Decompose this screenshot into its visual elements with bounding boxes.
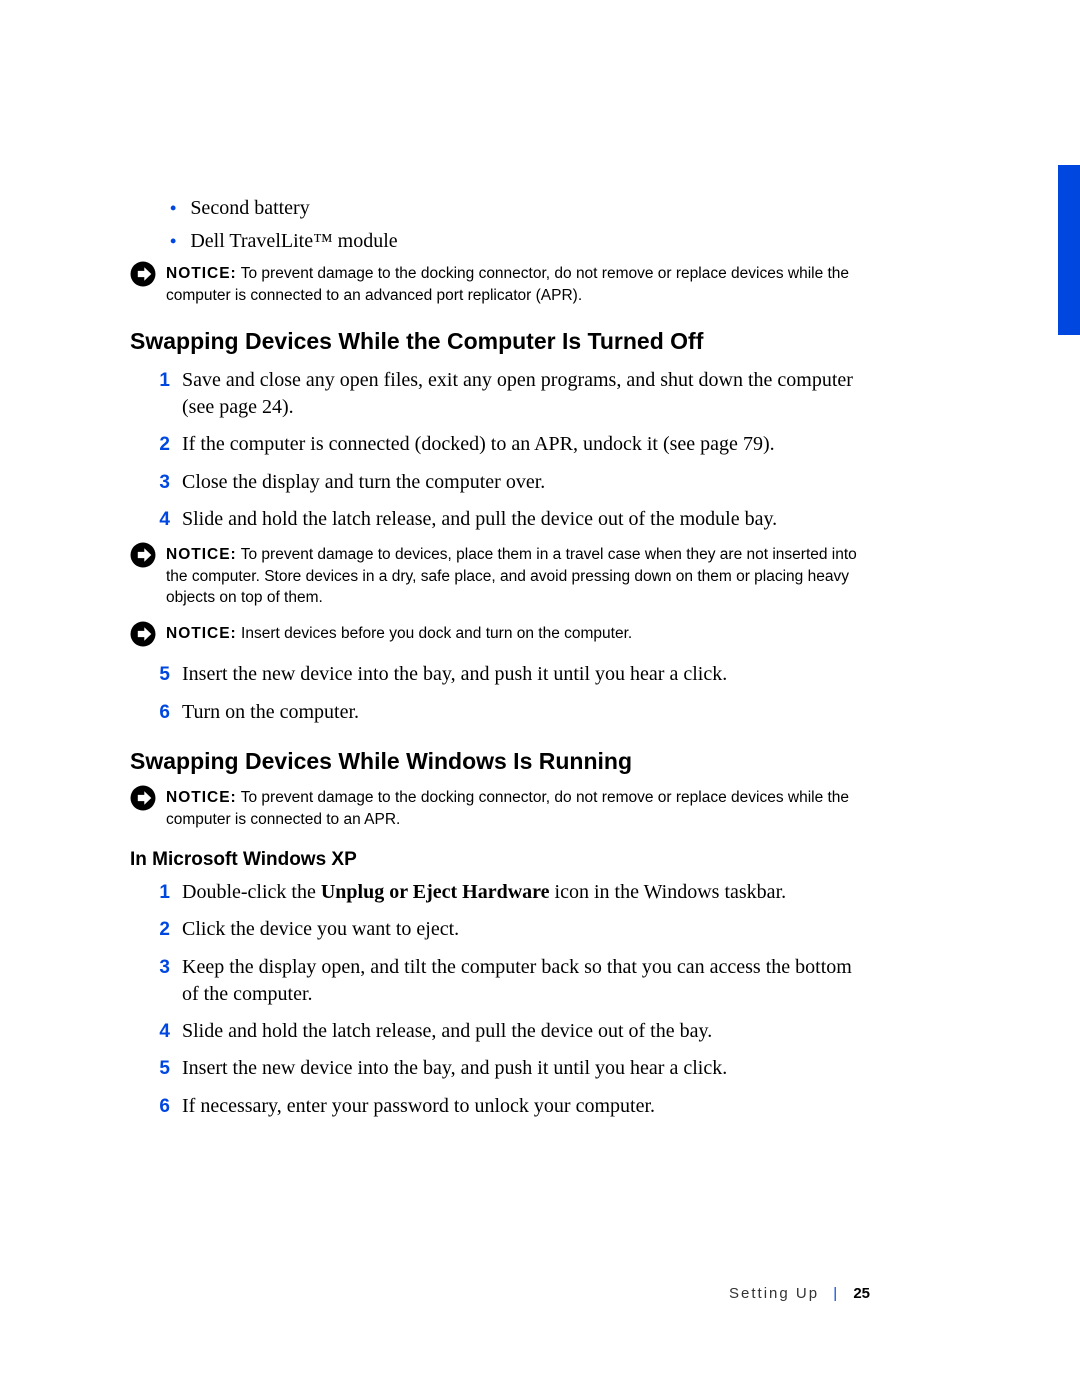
step-text: Close the display and turn the computer … xyxy=(182,469,545,496)
step-text: Click the device you want to eject. xyxy=(182,916,459,943)
notice-arrow-icon xyxy=(130,542,156,568)
bullet-text: Dell TravelLite™ module xyxy=(190,228,397,255)
list-item: 5 Insert the new device into the bay, and… xyxy=(148,1055,870,1083)
step-number: 3 xyxy=(148,469,170,497)
step-number: 4 xyxy=(148,506,170,534)
list-item: • Second battery xyxy=(170,195,870,222)
notice: NOTICE: To prevent damage to the docking… xyxy=(130,787,870,830)
step-text: Double-click the Unplug or Eject Hardwar… xyxy=(182,879,786,906)
step-number: 4 xyxy=(148,1018,170,1046)
ordered-list: 1 Save and close any open files, exit any… xyxy=(148,367,870,534)
step-number: 1 xyxy=(148,367,170,395)
list-item: 2 Click the device you want to eject. xyxy=(148,916,870,944)
step-text: Insert the new device into the bay, and … xyxy=(182,1055,727,1082)
step-number: 2 xyxy=(148,431,170,459)
list-item: 3 Keep the display open, and tilt the com… xyxy=(148,954,870,1008)
notice-body: To prevent damage to the docking connect… xyxy=(166,789,849,828)
notice-text: NOTICE: To prevent damage to the docking… xyxy=(166,787,870,830)
notice-label: NOTICE: xyxy=(166,546,237,563)
bullet-text: Second battery xyxy=(190,195,309,222)
bullet-icon: • xyxy=(170,228,176,255)
bullet-list: • Second battery • Dell TravelLite™ modu… xyxy=(170,195,870,255)
notice-body: Insert devices before you dock and turn … xyxy=(237,625,633,642)
list-item: 6 Turn on the computer. xyxy=(148,699,870,727)
step-text: Slide and hold the latch release, and pu… xyxy=(182,506,777,533)
step-text: Save and close any open files, exit any … xyxy=(182,367,870,421)
notice: NOTICE: Insert devices before you dock a… xyxy=(130,623,870,647)
list-item: 6 If necessary, enter your password to un… xyxy=(148,1093,870,1121)
notice-text: NOTICE: To prevent damage to the docking… xyxy=(166,263,870,306)
list-item: 1 Save and close any open files, exit any… xyxy=(148,367,870,421)
list-item: 5 Insert the new device into the bay, and… xyxy=(148,661,870,689)
notice-arrow-icon xyxy=(130,621,156,647)
notice-label: NOTICE: xyxy=(166,789,237,806)
section-heading: Swapping Devices While the Computer Is T… xyxy=(130,328,870,355)
list-item: 4 Slide and hold the latch release, and p… xyxy=(148,506,870,534)
bullet-icon: • xyxy=(170,195,176,222)
page-footer: Setting Up | 25 xyxy=(130,1285,870,1302)
notice-body: To prevent damage to devices, place them… xyxy=(166,546,857,606)
list-item: 4 Slide and hold the latch release, and p… xyxy=(148,1018,870,1046)
sub-heading: In Microsoft Windows XP xyxy=(130,849,870,871)
step-number: 2 xyxy=(148,916,170,944)
step-number: 6 xyxy=(148,1093,170,1121)
ui-element-name: Unplug or Eject Hardware xyxy=(321,881,550,903)
footer-section: Setting Up xyxy=(729,1285,819,1302)
step-text: If the computer is connected (docked) to… xyxy=(182,431,775,458)
step-number: 5 xyxy=(148,661,170,689)
text-span: Double-click the xyxy=(182,881,321,903)
step-text: Keep the display open, and tilt the comp… xyxy=(182,954,870,1008)
page-content: • Second battery • Dell TravelLite™ modu… xyxy=(130,195,870,1130)
step-text: Turn on the computer. xyxy=(182,699,359,726)
step-number: 6 xyxy=(148,699,170,727)
section-heading: Swapping Devices While Windows Is Runnin… xyxy=(130,748,870,775)
side-tab xyxy=(1058,165,1080,335)
step-text: If necessary, enter your password to unl… xyxy=(182,1093,655,1120)
list-item: • Dell TravelLite™ module xyxy=(170,228,870,255)
step-number: 5 xyxy=(148,1055,170,1083)
notice-arrow-icon xyxy=(130,261,156,287)
step-text: Slide and hold the latch release, and pu… xyxy=(182,1018,712,1045)
notice-body: To prevent damage to the docking connect… xyxy=(166,265,849,304)
notice-label: NOTICE: xyxy=(166,265,237,282)
notice-arrow-icon xyxy=(130,785,156,811)
list-item: 1 Double-click the Unplug or Eject Hardw… xyxy=(148,879,870,907)
ordered-list: 5 Insert the new device into the bay, and… xyxy=(148,661,870,726)
footer-separator: | xyxy=(833,1285,839,1302)
page-number: 25 xyxy=(853,1285,870,1302)
notice-text: NOTICE: Insert devices before you dock a… xyxy=(166,623,632,645)
list-item: 3 Close the display and turn the computer… xyxy=(148,469,870,497)
notice-text: NOTICE: To prevent damage to devices, pl… xyxy=(166,544,870,609)
text-span: icon in the Windows taskbar. xyxy=(550,881,787,903)
notice: NOTICE: To prevent damage to the docking… xyxy=(130,263,870,306)
step-number: 3 xyxy=(148,954,170,982)
notice-label: NOTICE: xyxy=(166,625,237,642)
list-item: 2 If the computer is connected (docked) t… xyxy=(148,431,870,459)
step-number: 1 xyxy=(148,879,170,907)
step-text: Insert the new device into the bay, and … xyxy=(182,661,727,688)
notice: NOTICE: To prevent damage to devices, pl… xyxy=(130,544,870,609)
ordered-list: 1 Double-click the Unplug or Eject Hardw… xyxy=(148,879,870,1121)
